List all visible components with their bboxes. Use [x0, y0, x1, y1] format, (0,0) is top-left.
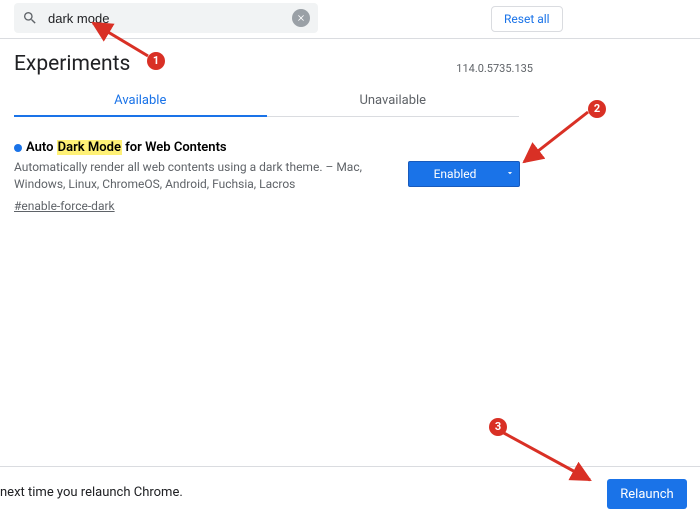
search-input[interactable]: [46, 10, 284, 27]
annotation-badge-1: 1: [147, 52, 165, 70]
search-match-highlight: Dark Mode: [57, 140, 122, 155]
tab-bar: Available Unavailable: [14, 86, 519, 117]
page-title: Experiments: [14, 52, 130, 76]
annotation-badge-2: 2: [588, 100, 606, 118]
relaunch-bar: next time you relaunch Chrome. Relaunch: [0, 466, 700, 519]
tab-unavailable[interactable]: Unavailable: [267, 86, 520, 116]
tab-available-label: Available: [114, 93, 166, 108]
search-icon: [22, 10, 38, 26]
chevron-down-icon: [501, 167, 519, 181]
relaunch-message: next time you relaunch Chrome.: [0, 485, 183, 500]
reset-all-label: Reset all: [504, 12, 550, 26]
flag-description: Automatically render all web contents us…: [14, 159, 384, 193]
reset-all-button[interactable]: Reset all: [491, 6, 563, 32]
relaunch-button[interactable]: Relaunch: [607, 479, 687, 509]
tab-available[interactable]: Available: [14, 86, 267, 116]
flag-permalink[interactable]: #enable-force-dark: [14, 199, 115, 213]
clear-search-icon[interactable]: [292, 9, 310, 27]
flag-title: Auto Dark Mode for Web Contents: [14, 140, 384, 155]
relaunch-button-label: Relaunch: [620, 487, 673, 502]
tab-unavailable-label: Unavailable: [359, 93, 426, 108]
flag-state-select[interactable]: Enabled: [408, 161, 520, 187]
top-bar: Reset all: [0, 0, 700, 39]
annotation-badge-3: 3: [489, 418, 507, 436]
modified-indicator-icon: [14, 144, 22, 152]
flag-state-value: Enabled: [409, 167, 501, 181]
search-box[interactable]: [14, 3, 318, 33]
version-label: 114.0.5735.135: [456, 62, 533, 75]
annotation-overlay: 1 2 3: [0, 0, 700, 519]
